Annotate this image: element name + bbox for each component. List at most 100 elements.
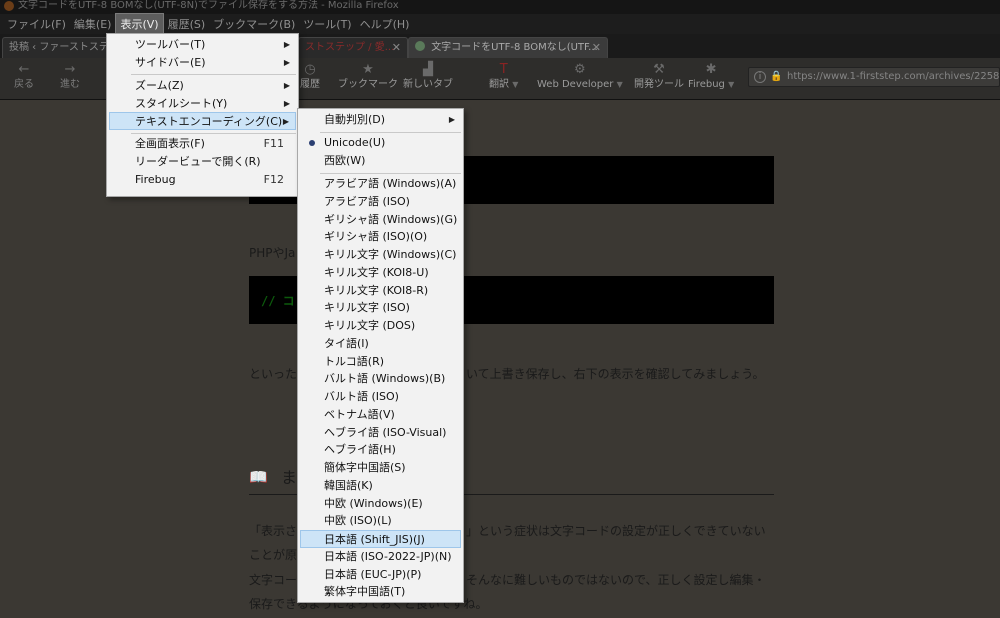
bookmarks-button[interactable]: ★ ブックマーク	[338, 62, 398, 92]
tab-wp-admin[interactable]: 投稿 ‹ ファーストステ	[2, 37, 114, 58]
menu-tools[interactable]: ツール(T)	[299, 14, 355, 34]
menu-item-label: 全画面表示(F)	[135, 137, 205, 150]
tab-firststep[interactable]: ストステップ / 愛... ✕	[298, 37, 408, 58]
close-icon[interactable]: ✕	[392, 38, 401, 57]
tab-label: 文字コードをUTF-8 BOMなし(UTF...	[431, 42, 598, 53]
dev-tools-label: 開発ツール	[634, 79, 684, 90]
menu-edit[interactable]: 編集(E)	[70, 14, 116, 34]
menu-item-fullscreen[interactable]: 全画面表示(F) F11	[109, 135, 296, 153]
menu-item-reader-view[interactable]: リーダービューで開く(R)	[109, 153, 296, 171]
menu-bar: ファイル(F) 編集(E) 表示(V) 履歴(S) ブックマーク(B) ツール(…	[0, 13, 1000, 35]
menu-item-label: タイ語(I)	[324, 336, 369, 350]
encoding-item[interactable]: アラビア語 (Windows)(A)	[300, 175, 461, 193]
menu-help[interactable]: ヘルプ(H)	[356, 14, 414, 34]
encoding-item[interactable]: キリル文字 (KOI8-R)	[300, 282, 461, 300]
menu-item-label: バルト語 (ISO)	[324, 390, 399, 403]
info-icon[interactable]: i	[754, 71, 766, 83]
paragraph-3c: ことが原	[249, 548, 298, 562]
encoding-item[interactable]: 簡体字中国語(S)	[300, 459, 461, 477]
menu-item-zoom[interactable]: ズーム(Z) ▶	[109, 77, 296, 95]
menu-item-label: キリル文字 (Windows)(C)	[324, 248, 457, 261]
web-developer-label: Web Developer	[537, 79, 614, 90]
menu-item-label: キリル文字 (KOI8-U)	[324, 265, 429, 279]
paragraph-1: PHPやJa	[249, 246, 296, 260]
paragraph-4b: そんなに難しいものではないので、正しく設定し編集・	[466, 573, 766, 587]
encoding-item[interactable]: バルト語 (Windows)(B)	[300, 370, 461, 388]
menu-item-sidebar[interactable]: サイドバー(E) ▶	[109, 54, 296, 72]
menu-history[interactable]: 履歴(S)	[164, 14, 210, 34]
chevron-down-icon: ▼	[616, 80, 623, 89]
menu-item-label: Firebug	[135, 173, 176, 186]
submenu-arrow-icon: ▶	[448, 115, 455, 124]
forward-button[interactable]: → 進む	[60, 62, 80, 92]
menu-item-label: スタイルシート(Y)	[135, 97, 228, 110]
submenu-arrow-icon: ▶	[283, 99, 290, 108]
encoding-item[interactable]: ギリシャ語 (Windows)(G)	[300, 211, 461, 229]
url-bar[interactable]: i 🔒 https://www.1-firststep.com/archives…	[748, 67, 1000, 87]
encoding-item[interactable]: キリル文字 (Windows)(C)	[300, 246, 461, 264]
forward-arrow-icon: →	[64, 62, 76, 77]
firebug-button[interactable]: ✱ Firebug ▼	[688, 62, 734, 92]
menu-item-label: キリル文字 (KOI8-R)	[324, 283, 429, 297]
back-button[interactable]: ← 戻る	[14, 62, 34, 92]
radio-selected-icon	[309, 140, 315, 146]
encoding-item[interactable]: ベトナム語(V)	[300, 406, 461, 424]
encoding-item[interactable]: バルト語 (ISO)	[300, 388, 461, 406]
dev-tools-button[interactable]: ⚒ 開発ツール	[634, 62, 684, 92]
menu-item-stylesheet[interactable]: スタイルシート(Y) ▶	[109, 95, 296, 113]
window-title-bar: 文字コードをUTF-8 BOMなし(UTF-8N)でファイル保存をする方法 - …	[0, 0, 1000, 14]
encoding-item[interactable]: 韓国語(K)	[300, 477, 461, 495]
menu-item-unicode[interactable]: Unicode(U)	[300, 134, 461, 152]
translate-button[interactable]: T 翻訳 ▼	[489, 62, 518, 92]
encoding-item[interactable]: トルコ語(R)	[300, 353, 461, 371]
encoding-item[interactable]: 繁体字中国語(T)	[300, 583, 461, 601]
view-menu-dropdown: ツールバー(T) ▶ サイドバー(E) ▶ ズーム(Z) ▶ スタイルシート(Y…	[106, 33, 299, 197]
menu-file[interactable]: ファイル(F)	[3, 14, 70, 34]
menu-item-auto-detect[interactable]: 自動判別(D) ▶	[300, 111, 461, 129]
encoding-item[interactable]: ヘブライ語(H)	[300, 441, 461, 459]
history-button[interactable]: ◷ 履歴	[300, 62, 320, 92]
close-icon[interactable]: ✕	[592, 38, 601, 57]
encoding-item[interactable]: タイ語(I)	[300, 335, 461, 353]
tab-current[interactable]: 文字コードをUTF-8 BOMなし(UTF... ✕	[408, 37, 608, 58]
encoding-item[interactable]: 中欧 (Windows)(E)	[300, 495, 461, 513]
globe-icon	[415, 41, 425, 51]
encoding-item[interactable]: ギリシャ語 (ISO)(O)	[300, 228, 461, 246]
menu-item-label: キリル文字 (ISO)	[324, 301, 410, 315]
menu-item-label: 西欧(W)	[324, 154, 366, 167]
new-tab-label: 新しいタブ	[403, 79, 453, 90]
menu-item-firebug[interactable]: Firebug F12	[109, 171, 296, 189]
web-developer-button[interactable]: ⚙ Web Developer ▼	[537, 62, 623, 92]
encoding-item[interactable]: キリル文字 (ISO)	[300, 299, 461, 317]
encoding-item[interactable]: 日本語 (EUC-JP)(P)	[300, 566, 461, 584]
menu-item-toolbars[interactable]: ツールバー(T) ▶	[109, 36, 296, 54]
url-text: https://www.1-firststep.com/archives/225…	[787, 71, 1000, 82]
encoding-item[interactable]: アラビア語 (ISO)	[300, 193, 461, 211]
tab-label: ストステップ / 愛...	[305, 42, 395, 53]
encoding-item[interactable]: キリル文字 (KOI8-U)	[300, 264, 461, 282]
star-icon: ★	[362, 62, 374, 77]
section-heading: ま	[281, 468, 298, 487]
menu-bookmarks[interactable]: ブックマーク(B)	[209, 14, 299, 34]
new-tab-button[interactable]: ▟ 新しいタブ	[403, 62, 453, 92]
back-label: 戻る	[14, 79, 34, 90]
menu-item-label: ヘブライ語 (ISO-Visual)	[324, 425, 447, 439]
menu-item-label: ヘブライ語(H)	[324, 443, 396, 457]
translate-label: 翻訳	[489, 79, 509, 90]
encoding-item[interactable]: 中欧 (ISO)(L)	[300, 512, 461, 530]
menu-item-label: サイドバー(E)	[135, 56, 206, 69]
chevron-down-icon: ▼	[728, 80, 735, 89]
encoding-item[interactable]: 日本語 (Shift_JIS)(J)	[300, 530, 461, 548]
menu-separator	[131, 74, 296, 75]
encoding-item[interactable]: キリル文字 (DOS)	[300, 317, 461, 335]
book-icon: 📖	[249, 468, 268, 486]
paragraph-3b: 」という症状は文字コードの設定が正しくできていない	[466, 524, 766, 538]
submenu-arrow-icon: ▶	[283, 58, 290, 67]
menu-item-text-encoding[interactable]: テキストエンコーディング(C) ▶	[109, 112, 296, 130]
menu-view[interactable]: 表示(V)	[115, 13, 164, 35]
menu-item-western[interactable]: 西欧(W)	[300, 152, 461, 170]
submenu-arrow-icon: ▶	[283, 40, 290, 49]
encoding-item[interactable]: ヘブライ語 (ISO-Visual)	[300, 424, 461, 442]
encoding-item[interactable]: 日本語 (ISO-2022-JP)(N)	[300, 548, 461, 566]
lock-icon: 🔒	[770, 71, 783, 82]
